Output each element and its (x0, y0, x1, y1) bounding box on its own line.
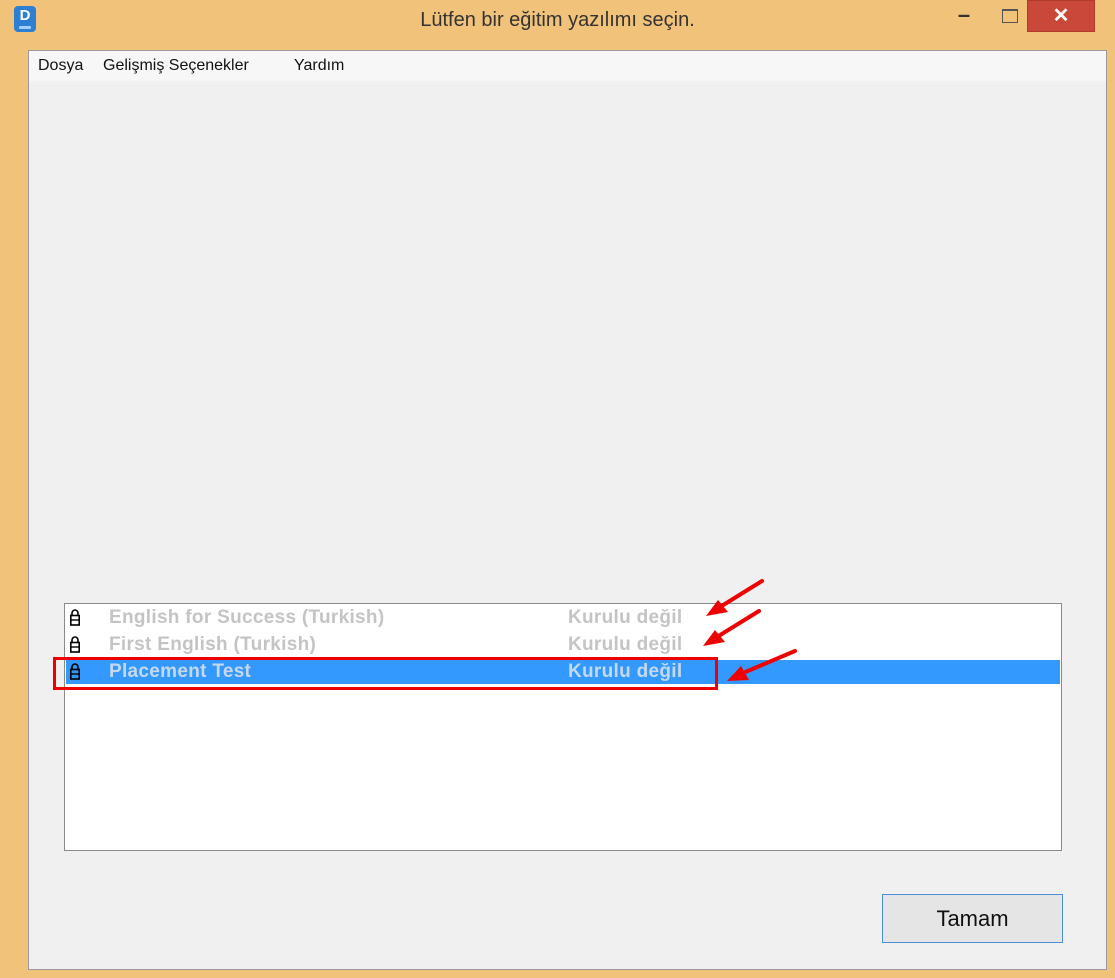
course-name: First English (Turkish) (109, 634, 317, 655)
annotation-highlight-box (53, 657, 718, 690)
ok-button[interactable]: Tamam (882, 894, 1063, 943)
title-bar[interactable]: D Lütfen bir eğitim yazılımı seçin. – ✕ (0, 0, 1115, 44)
list-item[interactable]: First English (Turkish) Kurulu değil (66, 633, 1060, 657)
lock-icon (70, 609, 80, 626)
menu-bar: Dosya Gelişmiş Seçenekler Yardım (29, 51, 1106, 81)
lock-icon (70, 636, 80, 653)
course-list[interactable]: English for Success (Turkish) Kurulu değ… (64, 603, 1062, 851)
close-button[interactable]: ✕ (1027, 0, 1095, 32)
install-status: Kurulu değil (568, 607, 683, 628)
maximize-icon (1002, 9, 1018, 23)
menu-file[interactable]: Dosya (38, 57, 83, 75)
menu-help[interactable]: Yardım (294, 57, 344, 75)
minimize-button[interactable]: – (941, 0, 987, 32)
install-status: Kurulu değil (568, 634, 683, 655)
app-window: D Lütfen bir eğitim yazılımı seçin. – ✕ … (0, 0, 1115, 978)
course-name: English for Success (Turkish) (109, 607, 385, 628)
annotation-arrow-icon (727, 649, 797, 681)
menu-advanced-options[interactable]: Gelişmiş Seçenekler (103, 57, 249, 75)
client-area: Dosya Gelişmiş Seçenekler Yardım English… (28, 50, 1107, 970)
list-item[interactable]: English for Success (Turkish) Kurulu değ… (66, 606, 1060, 630)
annotation-arrow-icon (703, 609, 761, 646)
